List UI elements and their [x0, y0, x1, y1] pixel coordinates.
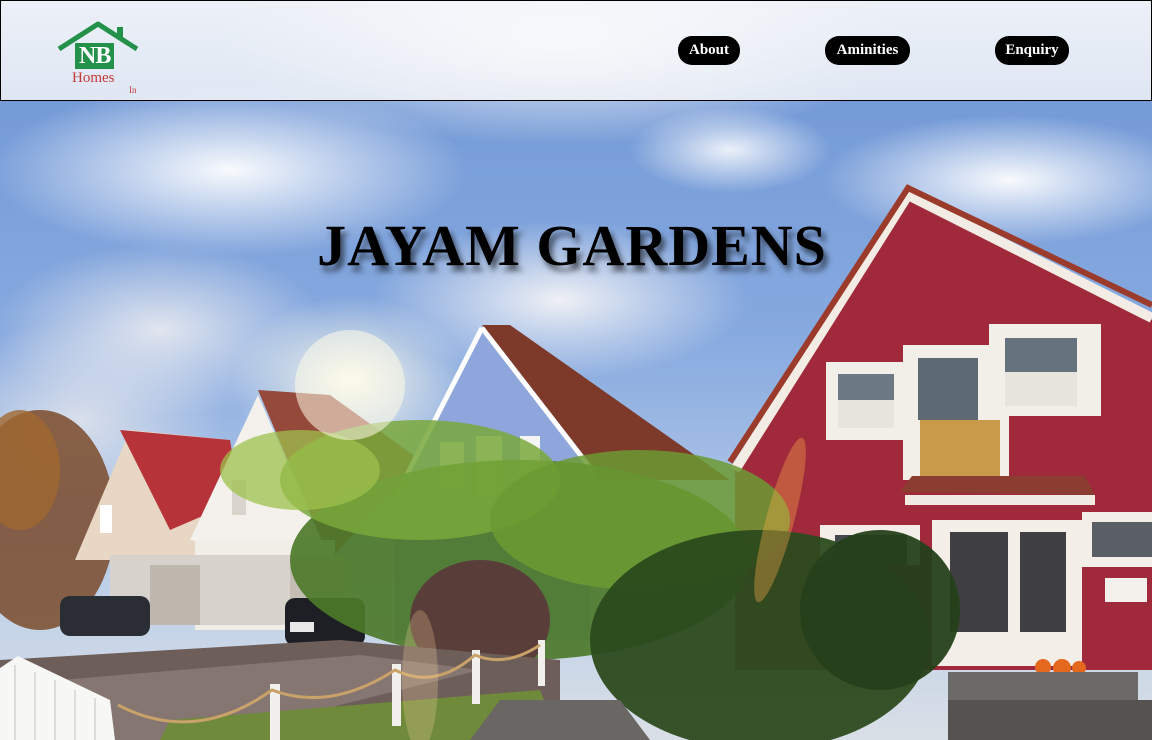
hero-background-image	[0, 0, 1152, 740]
logo-suffix: In	[129, 85, 137, 95]
logo-word: Homes	[72, 70, 115, 86]
site-header: NB Homes In About Aminities Enquiry	[0, 0, 1152, 101]
nb-homes-logo[interactable]: NB Homes In	[57, 21, 147, 99]
hero-title: JAYAM GARDENS	[317, 213, 827, 278]
nav-enquiry-button[interactable]: Enquiry	[995, 36, 1069, 65]
logo-mark: NB	[75, 43, 115, 69]
nav-about-button[interactable]: About	[678, 36, 740, 65]
nav-amenities-button[interactable]: Aminities	[825, 36, 910, 65]
houses-illustration	[0, 184, 1152, 740]
